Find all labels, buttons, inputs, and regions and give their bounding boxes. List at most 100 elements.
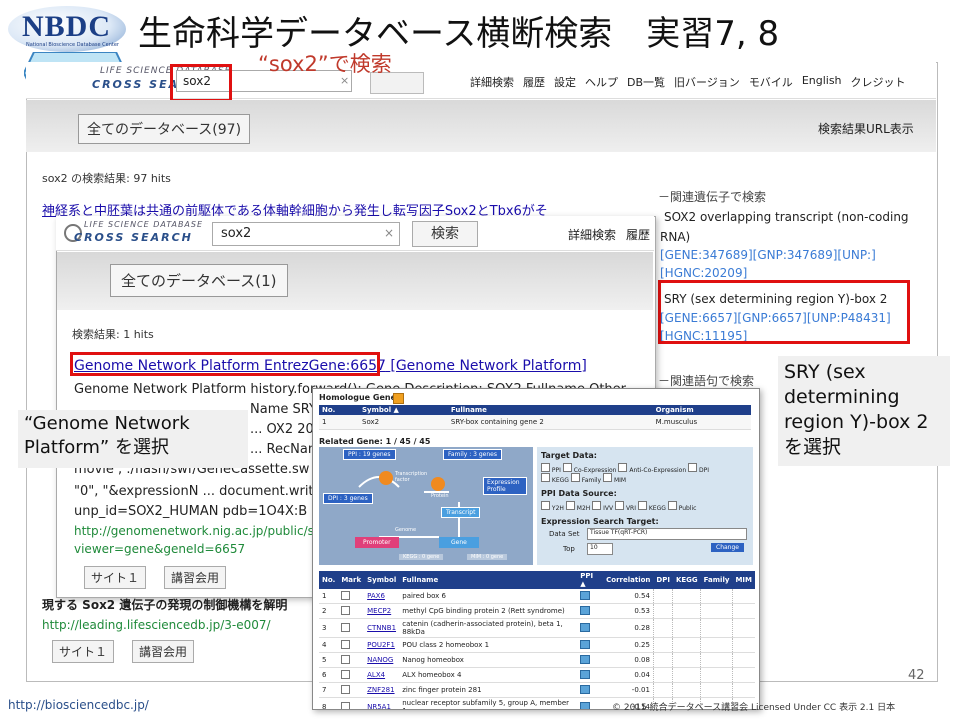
ppi-icon[interactable]	[577, 697, 604, 709]
mark-checkbox[interactable]	[341, 590, 351, 600]
nav-old-version[interactable]: 旧バージョン	[674, 74, 740, 90]
transcript-chip[interactable]: Transcript	[441, 507, 481, 518]
ppi-table-icon[interactable]	[580, 669, 591, 679]
ppi-table-icon[interactable]	[580, 654, 591, 664]
related-gene-row[interactable]: 7 ZNF281 zinc finger protein 281 -0.01	[319, 682, 755, 698]
col-mim[interactable]: MIM	[732, 571, 755, 589]
nav-mobile[interactable]: モバイル	[749, 74, 793, 90]
bg-result-url[interactable]: http://leading.lifesciencedb.jp/3-e007/	[42, 618, 271, 632]
bg-site-button[interactable]: サイト１	[52, 640, 115, 663]
mid-search-button[interactable]: 検索	[412, 221, 478, 247]
ppi-genes-chip[interactable]: PPI : 19 genes	[343, 449, 396, 460]
mid-search-input[interactable]: sox2	[212, 222, 400, 246]
row-mark-checkbox[interactable]	[338, 589, 365, 604]
gnp-url-line2[interactable]: viewer=gene&geneId=6657	[74, 542, 245, 556]
kegg-chip[interactable]: KEGG : 0 gene	[399, 554, 444, 560]
row-mark-checkbox[interactable]	[338, 652, 365, 668]
row-symbol-link[interactable]: ZNF281	[364, 682, 400, 698]
mid-nav-advanced[interactable]: 詳細検索	[568, 226, 616, 243]
col-no[interactable]: No.	[319, 571, 339, 589]
row-mark-checkbox[interactable]	[338, 682, 365, 698]
mim-checkbox[interactable]	[603, 473, 613, 482]
family-genes-chip[interactable]: Family : 3 genes	[443, 449, 502, 460]
ppi-table-icon[interactable]	[580, 622, 591, 632]
nav-english[interactable]: English	[802, 74, 842, 90]
col-dpi[interactable]: DPI	[653, 571, 673, 589]
mim-chip[interactable]: MIM : 0 gene	[467, 554, 508, 560]
coexp-checkbox[interactable]	[562, 463, 572, 472]
col-kegg[interactable]: KEGG	[672, 571, 701, 589]
ppi-icon[interactable]	[577, 618, 604, 638]
ppi-icon[interactable]	[577, 589, 604, 604]
gnp-platform-link[interactable]: [Genome Network Platform]	[390, 358, 586, 374]
expression-profile-chip[interactable]: Expression Profile	[483, 477, 527, 495]
ppi-table-icon[interactable]	[580, 605, 591, 615]
homologue-col-no[interactable]: No.	[319, 405, 359, 415]
mark-checkbox[interactable]	[341, 684, 351, 694]
ppi-table-icon[interactable]	[580, 590, 591, 600]
row-mark-checkbox[interactable]	[338, 637, 365, 653]
ppi-table-icon[interactable]	[580, 684, 591, 694]
row-mark-checkbox[interactable]	[338, 603, 365, 619]
anticoexp-checkbox[interactable]	[618, 463, 628, 472]
dpi-genes-chip[interactable]: DPI : 3 genes	[323, 493, 373, 504]
kegg-checkbox[interactable]	[541, 473, 550, 482]
bg-all-db-button[interactable]: 全てのデータベース(97)	[78, 114, 251, 144]
nav-credit[interactable]: クレジット	[851, 74, 906, 90]
related-gene-row[interactable]: 6 ALX4 ALX homeobox 4 0.04	[319, 667, 755, 683]
related-item1-hgnc[interactable]: [HGNC:20209]	[660, 266, 747, 280]
ppi-icon[interactable]	[577, 682, 604, 698]
change-button[interactable]: Change	[711, 543, 744, 552]
related-item1-ids[interactable]: [GENE:347689][GNP:347689][UNP:]	[660, 248, 876, 262]
mark-checkbox[interactable]	[341, 605, 351, 615]
row-mark-checkbox[interactable]	[338, 697, 365, 709]
related-item1-name[interactable]: SOX2 overlapping transcript (non-coding	[664, 210, 909, 224]
col-family[interactable]: Family	[700, 571, 733, 589]
info-icon[interactable]	[393, 393, 404, 404]
mid-join-button[interactable]: 講習会用	[164, 566, 227, 589]
nav-settings[interactable]: 設定	[554, 74, 576, 90]
col-symbol[interactable]: Symbol	[364, 571, 400, 589]
mid-nav-history[interactable]: 履歴	[626, 226, 650, 243]
ppi-icon[interactable]	[577, 603, 604, 619]
row-symbol-link[interactable]: CTNNB1	[364, 618, 400, 638]
col-fullname[interactable]: Fullname	[399, 571, 578, 589]
homologue-row[interactable]: 1 Sox2 SRY-box containing gene 2 M.muscu…	[319, 415, 751, 430]
src-kegg-checkbox[interactable]	[637, 501, 647, 510]
family-checkbox[interactable]	[570, 473, 580, 482]
mark-checkbox[interactable]	[341, 622, 351, 632]
gnp-url-line1[interactable]: http://genomenetwork.nig.ac.jp/public/s	[74, 524, 314, 538]
top-select[interactable]: 10	[587, 543, 613, 555]
ppi-icon[interactable]	[577, 667, 604, 683]
ppi-icon[interactable]	[577, 652, 604, 668]
row-symbol-link[interactable]: POU2F1	[364, 637, 400, 653]
ppi-icon[interactable]	[577, 637, 604, 653]
homologue-col-organism[interactable]: Organism	[652, 405, 751, 415]
col-correlation[interactable]: Correlation	[603, 571, 654, 589]
mark-checkbox[interactable]	[341, 669, 351, 679]
mark-checkbox[interactable]	[341, 701, 351, 709]
row-symbol-link[interactable]: NR5A1	[364, 697, 400, 709]
ppi-table-icon[interactable]	[580, 701, 591, 709]
dataset-select[interactable]: Tissue TF(qRT-PCR)	[587, 528, 747, 540]
related-gene-row[interactable]: 4 POU2F1 POU class 2 homeobox 1 0.25	[319, 637, 755, 653]
bg-join-button[interactable]: 講習会用	[132, 640, 195, 663]
related-gene-row[interactable]: 2 MECP2 methyl CpG binding protein 2 (Rett…	[319, 603, 755, 619]
mid-all-db-button[interactable]: 全てのデータベース(1)	[110, 264, 288, 297]
mid-clear-icon[interactable]: ×	[384, 226, 394, 240]
ppi-table-icon[interactable]	[580, 639, 591, 649]
mark-checkbox[interactable]	[341, 639, 351, 649]
homologue-col-fullname[interactable]: Fullname	[447, 405, 653, 415]
col-ppi[interactable]: PPI ▲	[577, 571, 604, 589]
row-mark-checkbox[interactable]	[338, 618, 365, 638]
row-symbol-link[interactable]: PAX6	[364, 589, 400, 604]
m2h-checkbox[interactable]	[565, 501, 575, 510]
dpi-checkbox[interactable]	[688, 463, 698, 472]
footer-url[interactable]: http://biosciencedbc.jp/	[8, 698, 149, 712]
nav-help[interactable]: ヘルプ	[585, 74, 618, 90]
mid-site-button[interactable]: サイト１	[84, 566, 147, 589]
row-symbol-link[interactable]: NANOG	[364, 652, 400, 668]
nav-history[interactable]: 履歴	[523, 74, 545, 90]
row-symbol-link[interactable]: MECP2	[364, 603, 400, 619]
ivv-checkbox[interactable]	[592, 501, 602, 510]
